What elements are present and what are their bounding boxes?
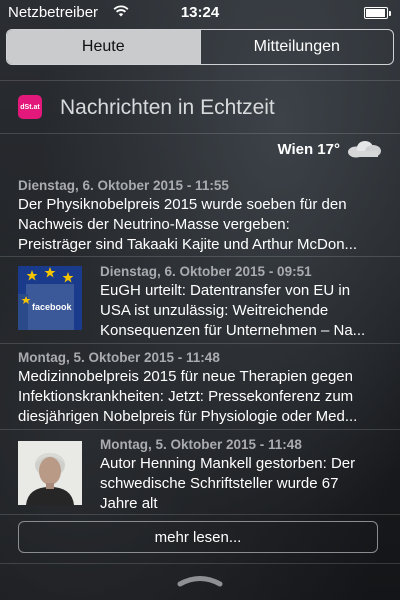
app-icon: dSt.at: [18, 95, 42, 119]
news-headline: Autor Henning Mankell gestorben: Der sch…: [100, 455, 356, 512]
divider: [0, 133, 400, 134]
divider: [0, 429, 400, 430]
weather: Wien 17°: [277, 140, 382, 158]
portrait-thumbnail: [18, 441, 82, 505]
news-date: Dienstag, 6. Oktober 2015 - 09:51: [100, 264, 312, 279]
widget-title: Nachrichten in Echtzeit: [60, 96, 275, 119]
status-bar: Netzbetreiber 13:24: [0, 0, 400, 24]
divider: [0, 256, 400, 257]
segmented-control: Heute Mitteilungen: [6, 29, 394, 65]
news-item[interactable]: Montag, 5. Oktober 2015 - 11:48 Medizinn…: [0, 350, 400, 427]
chevron-up-handle-icon[interactable]: [176, 573, 224, 587]
facebook-eu-flag-thumbnail: facebook: [18, 266, 82, 330]
news-item[interactable]: Montag, 5. Oktober 2015 - 11:48 Autor He…: [0, 437, 400, 514]
divider: [0, 514, 400, 515]
widget-header[interactable]: dSt.at Nachrichten in Echtzeit: [0, 82, 400, 132]
news-date: Montag, 5. Oktober 2015 - 11:48: [18, 350, 220, 365]
thumb-text: facebook: [32, 302, 73, 312]
divider: [0, 563, 400, 564]
divider: [0, 343, 400, 344]
tab-mitteilungen[interactable]: Mitteilungen: [199, 30, 394, 64]
divider: [0, 80, 400, 81]
news-item[interactable]: facebook Dienstag, 6. Oktober 2015 - 09:…: [0, 264, 400, 341]
news-headline: EuGH urteilt: Datentransfer von EU in US…: [100, 282, 366, 339]
news-date: Dienstag, 6. Oktober 2015 - 11:55: [18, 178, 229, 193]
more-button[interactable]: mehr lesen...: [18, 521, 378, 553]
news-headline: Der Physiknobelpreis 2015 wurde soeben f…: [18, 196, 358, 253]
clock: 13:24: [180, 4, 220, 21]
news-item[interactable]: Dienstag, 6. Oktober 2015 - 11:55 Der Ph…: [0, 178, 400, 255]
battery-icon: [364, 7, 391, 19]
tab-heute[interactable]: Heute: [7, 30, 200, 64]
cloud-icon: [348, 141, 381, 158]
news-date: Montag, 5. Oktober 2015 - 11:48: [100, 437, 302, 452]
news-headline: Medizinnobelpreis 2015 für neue Therapie…: [18, 368, 358, 425]
weather-label: Wien 17°: [277, 140, 340, 158]
